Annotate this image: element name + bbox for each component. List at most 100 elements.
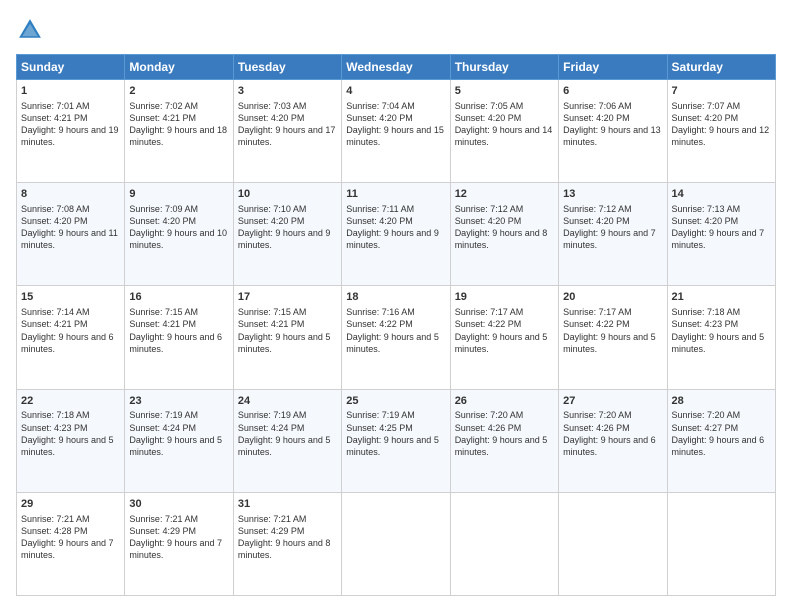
col-header-thursday: Thursday [450,55,558,80]
sunset: Sunset: 4:20 PM [129,216,196,226]
daylight: Daylight: 9 hours and 9 minutes. [346,228,439,250]
sunset: Sunset: 4:22 PM [563,319,630,329]
calendar-cell: 8Sunrise: 7:08 AMSunset: 4:20 PMDaylight… [17,183,125,286]
calendar-cell: 14Sunrise: 7:13 AMSunset: 4:20 PMDayligh… [667,183,775,286]
calendar-cell: 28Sunrise: 7:20 AMSunset: 4:27 PMDayligh… [667,389,775,492]
day-number: 13 [563,187,662,202]
logo-icon [16,16,44,44]
calendar-cell: 26Sunrise: 7:20 AMSunset: 4:26 PMDayligh… [450,389,558,492]
sunrise: Sunrise: 7:05 AM [455,101,524,111]
day-number: 30 [129,497,228,512]
daylight: Daylight: 9 hours and 6 minutes. [21,332,114,354]
sunset: Sunset: 4:29 PM [238,526,305,536]
daylight: Daylight: 9 hours and 5 minutes. [563,332,656,354]
sunset: Sunset: 4:21 PM [129,319,196,329]
day-number: 16 [129,290,228,305]
daylight: Daylight: 9 hours and 15 minutes. [346,125,444,147]
sunrise: Sunrise: 7:15 AM [238,307,307,317]
daylight: Daylight: 9 hours and 9 minutes. [238,228,331,250]
sunrise: Sunrise: 7:20 AM [563,410,632,420]
sunrise: Sunrise: 7:20 AM [672,410,741,420]
calendar-row: 29Sunrise: 7:21 AMSunset: 4:28 PMDayligh… [17,492,776,595]
calendar-cell: 4Sunrise: 7:04 AMSunset: 4:20 PMDaylight… [342,80,450,183]
daylight: Daylight: 9 hours and 6 minutes. [563,435,656,457]
day-number: 27 [563,394,662,409]
sunrise: Sunrise: 7:15 AM [129,307,198,317]
calendar-cell [667,492,775,595]
sunset: Sunset: 4:22 PM [455,319,522,329]
page: SundayMondayTuesdayWednesdayThursdayFrid… [0,0,792,612]
daylight: Daylight: 9 hours and 8 minutes. [455,228,548,250]
sunset: Sunset: 4:23 PM [672,319,739,329]
calendar-cell: 15Sunrise: 7:14 AMSunset: 4:21 PMDayligh… [17,286,125,389]
daylight: Daylight: 9 hours and 6 minutes. [672,435,765,457]
sunset: Sunset: 4:20 PM [21,216,88,226]
calendar-cell: 17 Sunrise: 7:15 AM Sunset: 4:21 PM Dayligh… [233,286,341,389]
daylight: Daylight: 9 hours and 5 minutes. [129,435,222,457]
sunset: Sunset: 4:20 PM [563,216,630,226]
calendar-cell: 31Sunrise: 7:21 AMSunset: 4:29 PMDayligh… [233,492,341,595]
calendar-cell: 1Sunrise: 7:01 AMSunset: 4:21 PMDaylight… [17,80,125,183]
sunrise: Sunrise: 7:17 AM [455,307,524,317]
day-number: 4 [346,84,445,99]
daylight: Daylight: 9 hours and 5 minutes. [346,332,439,354]
sunrise: Sunrise: 7:19 AM [238,410,307,420]
sunset: Sunset: 4:20 PM [238,113,305,123]
daylight: Daylight: 9 hours and 5 minutes. [21,435,114,457]
daylight: Daylight: 9 hours and 7 minutes. [129,538,222,560]
sunrise: Sunrise: 7:07 AM [672,101,741,111]
sunrise: Sunrise: 7:17 AM [563,307,632,317]
day-number: 22 [21,394,120,409]
calendar-cell: 24Sunrise: 7:19 AMSunset: 4:24 PMDayligh… [233,389,341,492]
sunrise: Sunrise: 7:09 AM [129,204,198,214]
day-number: 5 [455,84,554,99]
calendar-cell: 13Sunrise: 7:12 AMSunset: 4:20 PMDayligh… [559,183,667,286]
sunset: Sunset: 4:28 PM [21,526,88,536]
daylight: Daylight: 9 hours and 8 minutes. [238,538,331,560]
sunset: Sunset: 4:21 PM [129,113,196,123]
daylight: Daylight: 9 hours and 5 minutes. [238,332,331,354]
calendar-cell: 3Sunrise: 7:03 AMSunset: 4:20 PMDaylight… [233,80,341,183]
calendar-row: 22Sunrise: 7:18 AMSunset: 4:23 PMDayligh… [17,389,776,492]
calendar-cell: 21Sunrise: 7:18 AMSunset: 4:23 PMDayligh… [667,286,775,389]
sunrise: Sunrise: 7:01 AM [21,101,90,111]
sunrise: Sunrise: 7:10 AM [238,204,307,214]
daylight: Daylight: 9 hours and 12 minutes. [672,125,770,147]
calendar-row: 8Sunrise: 7:08 AMSunset: 4:20 PMDaylight… [17,183,776,286]
sunset: Sunset: 4:20 PM [563,113,630,123]
day-number: 6 [563,84,662,99]
logo [16,16,48,44]
sunrise: Sunrise: 7:20 AM [455,410,524,420]
daylight: Daylight: 9 hours and 17 minutes. [238,125,336,147]
col-header-saturday: Saturday [667,55,775,80]
sunset: Sunset: 4:22 PM [346,319,413,329]
day-number: 26 [455,394,554,409]
daylight: Daylight: 9 hours and 5 minutes. [455,332,548,354]
sunrise: Sunrise: 7:02 AM [129,101,198,111]
col-header-tuesday: Tuesday [233,55,341,80]
calendar-table: SundayMondayTuesdayWednesdayThursdayFrid… [16,54,776,596]
calendar-cell: 27Sunrise: 7:20 AMSunset: 4:26 PMDayligh… [559,389,667,492]
col-header-monday: Monday [125,55,233,80]
day-number: 1 [21,84,120,99]
sunset: Sunset: 4:24 PM [129,423,196,433]
calendar-cell: 18Sunrise: 7:16 AMSunset: 4:22 PMDayligh… [342,286,450,389]
calendar-cell: 6Sunrise: 7:06 AMSunset: 4:20 PMDaylight… [559,80,667,183]
col-header-sunday: Sunday [17,55,125,80]
day-number: 20 [563,290,662,305]
day-number: 31 [238,497,337,512]
sunrise: Sunrise: 7:14 AM [21,307,90,317]
day-number: 17 [238,290,337,305]
calendar-cell: 20 Sunrise: 7:17 AM Sunset: 4:22 PM Dayligh… [559,286,667,389]
calendar-cell: 12Sunrise: 7:12 AMSunset: 4:20 PMDayligh… [450,183,558,286]
sunset: Sunset: 4:20 PM [455,216,522,226]
calendar-cell: 2Sunrise: 7:02 AMSunset: 4:21 PMDaylight… [125,80,233,183]
daylight: Daylight: 9 hours and 5 minutes. [672,332,765,354]
sunset: Sunset: 4:21 PM [238,319,305,329]
sunset: Sunset: 4:20 PM [672,216,739,226]
col-header-wednesday: Wednesday [342,55,450,80]
daylight: Daylight: 9 hours and 18 minutes. [129,125,227,147]
sunrise: Sunrise: 7:16 AM [346,307,415,317]
daylight: Daylight: 9 hours and 19 minutes. [21,125,119,147]
calendar-cell: 30Sunrise: 7:21 AMSunset: 4:29 PMDayligh… [125,492,233,595]
